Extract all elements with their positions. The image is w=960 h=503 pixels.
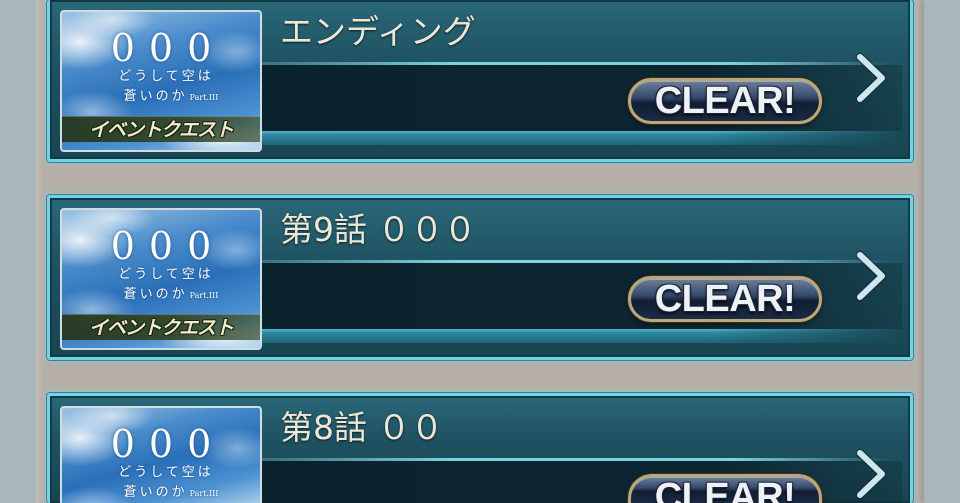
thumbnail-event-name-line2: 蒼いのか Part.III [62,286,260,304]
thumbnail-event-name-line1: どうして空は [118,465,214,480]
chevron-right-icon-graphic [855,448,887,500]
chevron-right-icon[interactable] [853,52,889,104]
quest-row-bottom-strip [262,329,902,343]
thumbnail-event-name-line2-text: 蒼いのか [123,287,188,302]
quest-row[interactable]: 000 どうして空は 蒼いのか Part.III イベントクエスト エンディング … [47,0,913,162]
quest-title: 第9話 ０００ [280,210,477,249]
quest-title: 第8話 ００ [280,408,444,447]
thumbnail-event-name-line2-text: 蒼いのか [123,485,188,500]
quest-row-divider [262,62,892,65]
chevron-right-icon[interactable] [853,448,889,500]
chevron-right-icon[interactable] [853,250,889,302]
thumbnail-title-number: 000 [110,224,226,268]
clear-badge-label: CLEAR! [654,477,796,503]
event-quest-thumbnail: 000 どうして空は 蒼いのか Part.III イベントクエスト [60,10,262,152]
quest-row-divider [262,260,892,263]
thumbnail-title-number: 000 [110,26,226,70]
thumbnail-event-name-line2-text: 蒼いのか [123,89,188,104]
thumbnail-event-name-line1: どうして空は [118,267,214,282]
event-quest-thumbnail: 000 どうして空は 蒼いのか Part.III [60,406,262,503]
clear-badge-label: CLEAR! [654,81,796,121]
chevron-right-icon-graphic [855,250,887,302]
quest-title: エンディング [280,12,476,51]
thumbnail-part-label: Part.III [189,93,219,102]
chevron-right-icon-graphic [855,52,887,104]
thumbnail-event-name-line2: 蒼いのか Part.III [62,88,260,106]
event-quest-banner: イベントクエスト [62,314,260,340]
clear-badge-label: CLEAR! [654,279,796,319]
quest-row[interactable]: 000 どうして空は 蒼いのか Part.III 第8話 ００ CLEAR! [47,393,913,503]
event-quest-thumbnail: 000 どうして空は 蒼いのか Part.III イベントクエスト [60,208,262,350]
clear-badge: CLEAR! [628,474,822,503]
clear-badge: CLEAR! [628,78,822,124]
event-quest-banner: イベントクエスト [62,116,260,142]
quest-row[interactable]: 000 どうして空は 蒼いのか Part.III イベントクエスト 第9話 ０００… [47,195,913,360]
thumbnail-event-name-line2: 蒼いのか Part.III [62,484,260,502]
quest-row-divider [262,458,892,461]
thumbnail-title-number: 000 [110,422,226,466]
thumbnail-part-label: Part.III [189,489,219,498]
thumbnail-part-label: Part.III [189,291,219,300]
clear-badge: CLEAR! [628,276,822,322]
quest-row-bottom-strip [262,131,902,145]
thumbnail-event-name-line1: どうして空は [118,69,214,84]
